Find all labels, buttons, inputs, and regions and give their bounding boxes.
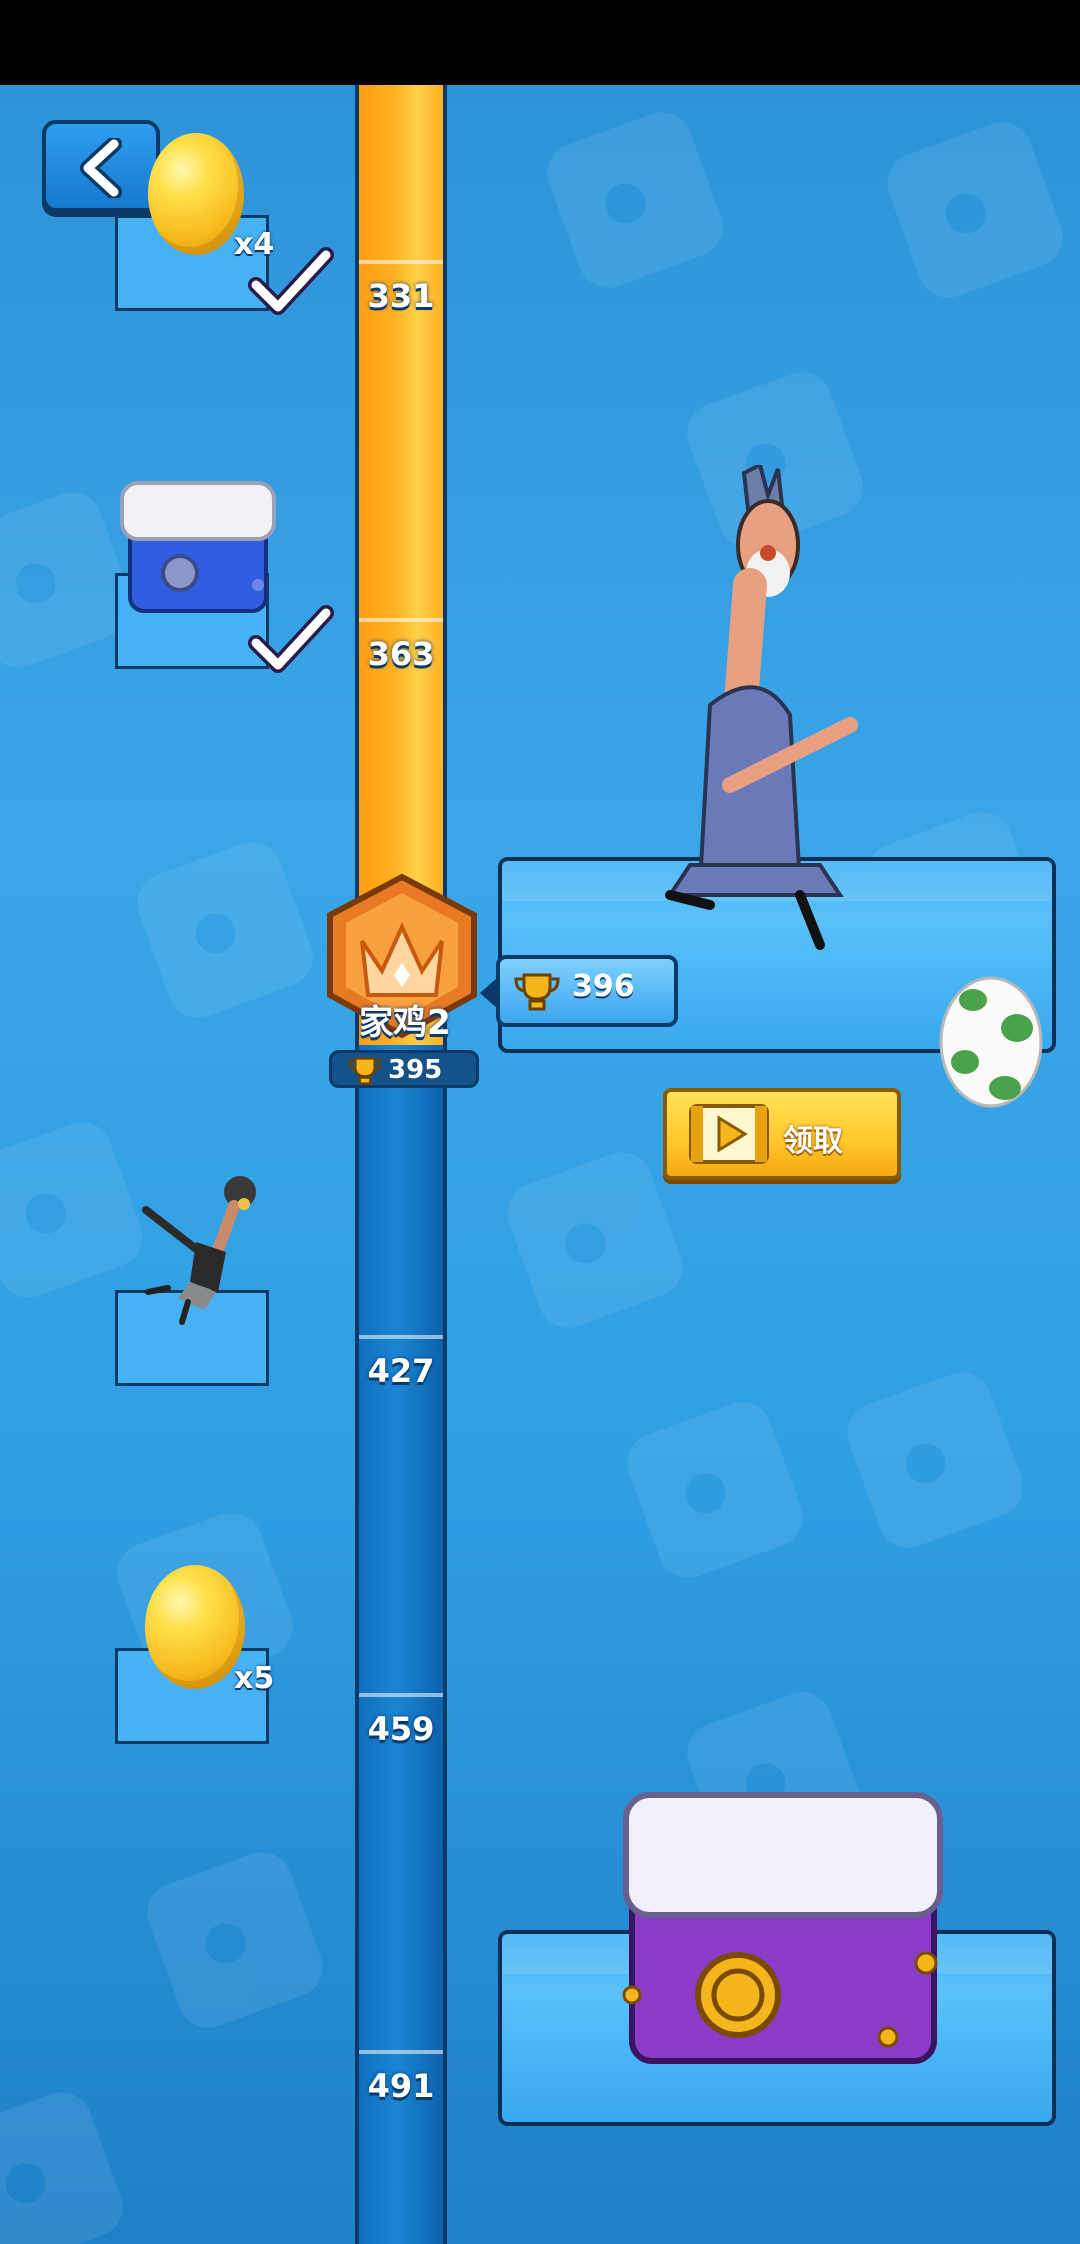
green-spotted-egg-icon <box>939 976 1043 1108</box>
trophy-icon <box>348 1057 382 1085</box>
bg-pattern <box>128 833 322 1027</box>
chicken-character-icon <box>142 1176 256 1325</box>
reward-quantity: x5 <box>234 1661 275 1696</box>
old-chicken-character-icon <box>665 465 858 950</box>
milestone-label: 363 <box>367 635 435 673</box>
checkmark-icon <box>248 247 334 315</box>
progress-remaining <box>359 1045 443 2244</box>
bg-pattern <box>538 103 732 297</box>
milestone-tick <box>359 260 443 264</box>
milestone-pointer: 396 <box>480 955 678 1027</box>
milestone-tick <box>359 1335 443 1339</box>
trophy-icon <box>514 973 560 1011</box>
bg-pattern <box>0 1113 152 1307</box>
purple-chest-icon <box>622 1792 943 2064</box>
bg-pattern <box>878 113 1072 307</box>
checkmark-icon <box>248 605 334 673</box>
golden-egg-icon <box>148 133 244 255</box>
rank-name: 家鸡2 <box>359 1003 451 1043</box>
trophy-count-value: 395 <box>388 1055 443 1085</box>
bg-pattern <box>0 2083 132 2244</box>
claim-ad-button[interactable]: 领取 <box>663 1088 901 1180</box>
bg-pattern <box>618 1393 812 1587</box>
milestone-label: 459 <box>367 1710 435 1748</box>
claim-label: 领取 <box>783 1124 843 1159</box>
trophy-road-screen: 331 363 427 459 491 x4 x5 396 领取 家鸡2 395 <box>0 85 1080 2244</box>
golden-egg-icon <box>145 1565 245 1689</box>
milestone-tick <box>359 1693 443 1697</box>
bg-pattern <box>838 1363 1032 1557</box>
milestone-label: 427 <box>367 1352 435 1390</box>
milestone-trophy-value: 396 <box>572 969 635 1004</box>
milestone-tick <box>359 2050 443 2054</box>
chevron-left-icon <box>80 138 122 198</box>
current-trophy-count: 395 <box>329 1050 479 1088</box>
milestone-label: 491 <box>367 2067 435 2105</box>
milestone-label: 331 <box>367 277 435 315</box>
trophy-progress-rail: 331 363 427 459 491 <box>355 85 447 2244</box>
milestone-tick <box>359 618 443 622</box>
back-button[interactable] <box>42 120 160 212</box>
bg-pattern <box>138 1843 332 2037</box>
video-ad-icon <box>689 1104 769 1164</box>
